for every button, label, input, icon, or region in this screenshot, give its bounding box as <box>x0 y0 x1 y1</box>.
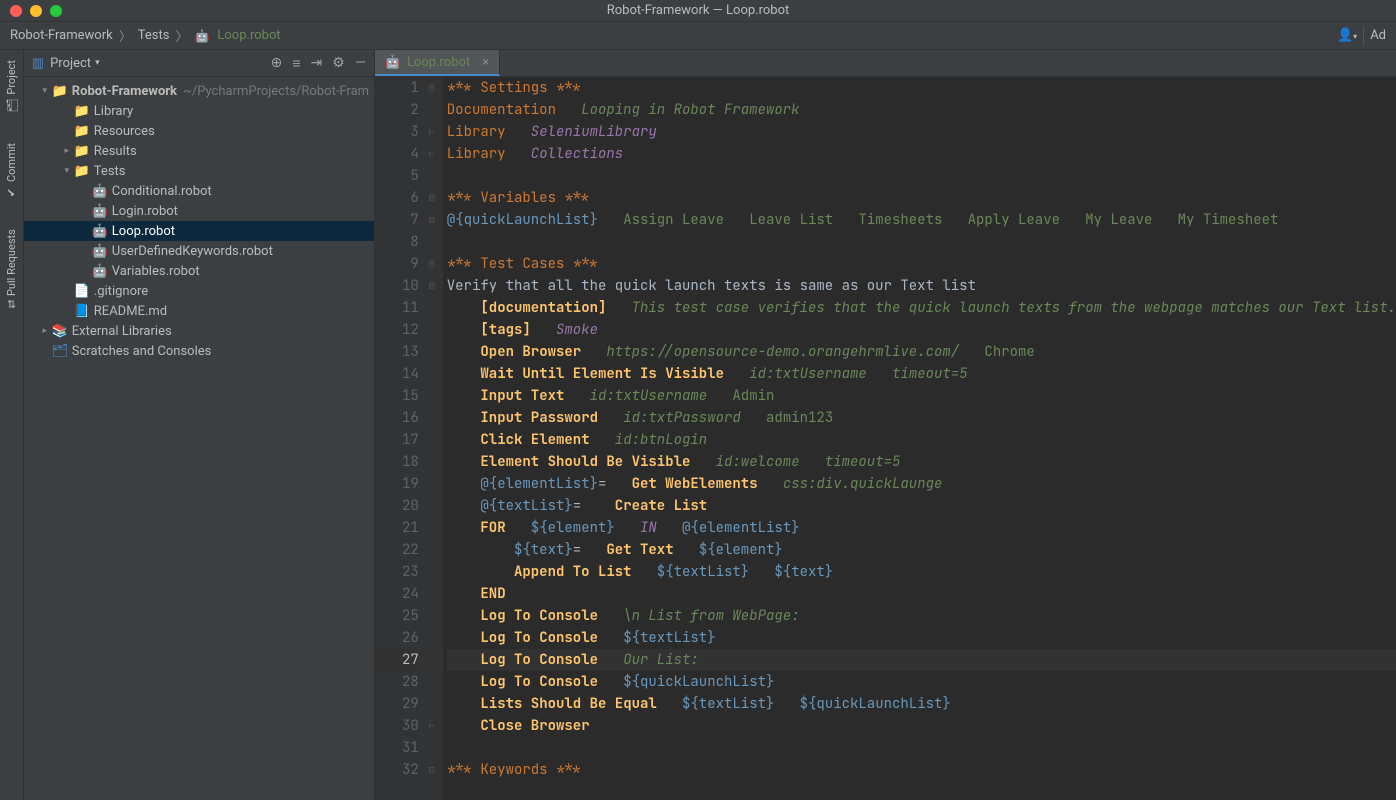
project-tree[interactable]: ▾📁Robot-Framework~/PycharmProjects/Robot… <box>24 77 374 365</box>
tree-file-readme[interactable]: 📘README.md <box>24 301 374 321</box>
toolstrip-pull-requests[interactable]: ⇅Pull Requests <box>5 229 18 309</box>
tree-file[interactable]: 🤖Variables.robot <box>24 261 374 281</box>
project-panel-header: ▥ Project ▾ ⊕ ≡ ⇥ ⚙ — <box>24 50 374 77</box>
nav-right-text[interactable]: Ad <box>1370 28 1386 43</box>
main-area: 🗂Project ✔Commit ⇅Pull Requests ▥ Projec… <box>0 50 1396 800</box>
chevron-down-icon[interactable]: ▾ <box>95 58 100 68</box>
tree-folder-library[interactable]: 📁Library <box>24 101 374 121</box>
left-toolstrip: 🗂Project ✔Commit ⇅Pull Requests <box>0 50 24 800</box>
tree-file[interactable]: 🤖UserDefinedKeywords.robot <box>24 241 374 261</box>
tree-folder-resources[interactable]: 📁Resources <box>24 121 374 141</box>
toolstrip-commit[interactable]: ✔Commit <box>5 143 18 199</box>
breadcrumb-file[interactable]: Loop.robot <box>217 28 280 43</box>
gear-icon[interactable]: ⚙ <box>332 55 345 71</box>
tree-file-selected[interactable]: 🤖Loop.robot <box>24 221 374 241</box>
code-area[interactable]: 1234567891011121314151617181920212223242… <box>375 77 1396 800</box>
tree-scratches[interactable]: 🗂Scratches and Consoles <box>24 341 374 361</box>
editor: 🤖 Loop.robot × 1234567891011121314151617… <box>375 50 1396 800</box>
close-window-icon[interactable] <box>10 5 22 17</box>
tree-root[interactable]: ▾📁Robot-Framework~/PycharmProjects/Robot… <box>24 81 374 101</box>
tree-folder-results[interactable]: ▸📁Results <box>24 141 374 161</box>
maximize-window-icon[interactable] <box>50 5 62 17</box>
chevron-right-icon: 〉 <box>119 26 132 45</box>
breadcrumb-root[interactable]: Robot-Framework <box>10 28 113 43</box>
code-content[interactable]: *** Settings ***Documentation Looping in… <box>443 77 1396 800</box>
minimize-window-icon[interactable] <box>30 5 42 17</box>
user-icon[interactable]: 👤▾ <box>1337 28 1357 43</box>
navigation-bar: Robot-Framework 〉 Tests 〉 🤖 Loop.robot 👤… <box>0 22 1396 50</box>
locate-icon[interactable]: ⊕ <box>271 55 283 71</box>
robot-icon: 🤖 <box>194 29 209 43</box>
window-title: Robot-Framework — Loop.robot <box>607 3 790 18</box>
navbar-right: 👤▾ Ad <box>1337 28 1386 44</box>
titlebar: Robot-Framework — Loop.robot <box>0 0 1396 22</box>
tree-folder-tests[interactable]: ▾📁Tests <box>24 161 374 181</box>
tree-file[interactable]: 🤖Conditional.robot <box>24 181 374 201</box>
separator <box>1363 28 1364 44</box>
line-number-gutter: 1234567891011121314151617181920212223242… <box>375 77 429 800</box>
project-panel: ▥ Project ▾ ⊕ ≡ ⇥ ⚙ — ▾📁Robot-Framework~… <box>24 50 375 800</box>
traffic-lights <box>10 5 62 17</box>
chevron-right-icon: 〉 <box>175 26 188 45</box>
breadcrumb-folder[interactable]: Tests <box>138 28 170 43</box>
hide-icon[interactable]: — <box>355 55 366 71</box>
project-view-icon: ▥ <box>32 56 44 71</box>
tree-file-gitignore[interactable]: 📄.gitignore <box>24 281 374 301</box>
robot-icon: 🤖 <box>385 55 401 70</box>
breadcrumb: Robot-Framework 〉 Tests 〉 🤖 Loop.robot <box>10 26 281 45</box>
fold-column: ⊟⊢⊢⊟⊟⊟⊟⊢⊟ <box>429 77 443 800</box>
editor-tab-label: Loop.robot <box>407 55 470 70</box>
expand-icon[interactable]: ≡ <box>292 55 300 72</box>
tree-file[interactable]: 🤖Login.robot <box>24 201 374 221</box>
editor-tabs: 🤖 Loop.robot × <box>375 50 1396 77</box>
toolstrip-project[interactable]: 🗂Project <box>5 60 18 113</box>
collapse-icon[interactable]: ⇥ <box>311 55 323 71</box>
project-panel-title[interactable]: Project <box>50 56 91 71</box>
tree-external-libraries[interactable]: ▸📚External Libraries <box>24 321 374 341</box>
editor-tab-active[interactable]: 🤖 Loop.robot × <box>375 50 500 76</box>
close-tab-icon[interactable]: × <box>482 55 489 70</box>
